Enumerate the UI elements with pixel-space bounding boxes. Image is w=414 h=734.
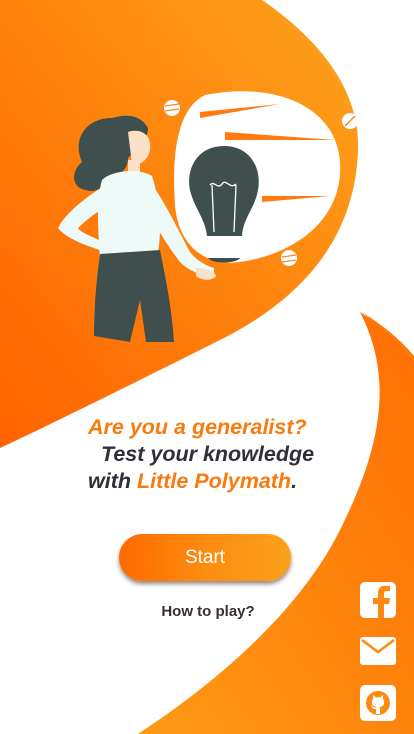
start-button[interactable]: Start — [119, 534, 291, 581]
facebook-icon — [360, 582, 396, 618]
how-to-play-label: How to play? — [161, 603, 255, 620]
tagline-period: . — [291, 469, 298, 493]
tagline: Are you a generalist? Test your knowledg… — [88, 414, 408, 495]
tagline-line-2: Test your knowledge — [101, 442, 315, 466]
email-link[interactable] — [360, 634, 396, 670]
tagline-line-1: Are you a generalist? — [88, 415, 307, 439]
mail-icon — [360, 637, 396, 665]
tagline-line-3: with Little Polymath. — [88, 468, 408, 495]
hero-illustration — [58, 91, 358, 342]
github-icon — [360, 685, 396, 721]
tagline-with: with — [88, 469, 137, 493]
app-name: Little Polymath — [136, 469, 292, 493]
facebook-link[interactable] — [360, 582, 396, 618]
how-to-play-link[interactable]: How to play? — [0, 603, 414, 620]
github-link[interactable] — [360, 685, 396, 721]
